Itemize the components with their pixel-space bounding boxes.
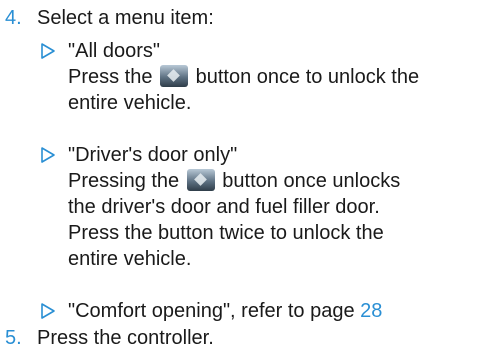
option-desc-after: button once to unlock the [195,66,420,88]
option-desc-before: Press the [68,66,153,88]
step-4: 4. Select a menu item: [5,5,214,31]
step-number: 5. [5,327,22,349]
option-title: "Comfort opening", refer to page [68,300,355,322]
step-number: 4. [5,7,22,29]
option-title: "All doors" [68,40,161,62]
triangle-outline-icon [41,303,55,319]
option-title: "Driver's door only" [68,144,238,166]
unlock-button-icon [160,65,189,87]
option-desc-after: button once unlocks [222,170,401,192]
step-5: 5. Press the controller. [5,325,214,351]
option-desc-line: entire vehicle. [68,248,192,270]
step-text: Press the controller. [37,327,214,349]
option-desc-line: entire vehicle. [68,92,192,114]
option-desc-line: the driver's door and fuel filler door. [68,196,380,218]
unlock-button-icon [186,169,215,191]
triangle-outline-icon [41,147,55,163]
option-desc-before: Pressing the [68,170,180,192]
instruction-page: 4. Select a menu item: "All doors" Press … [0,0,481,355]
step-text: Select a menu item: [37,7,214,29]
triangle-outline-icon [41,43,55,59]
page-reference-link[interactable]: 28 [360,300,382,322]
option-desc-line: Press the button twice to unlock the [68,222,384,244]
